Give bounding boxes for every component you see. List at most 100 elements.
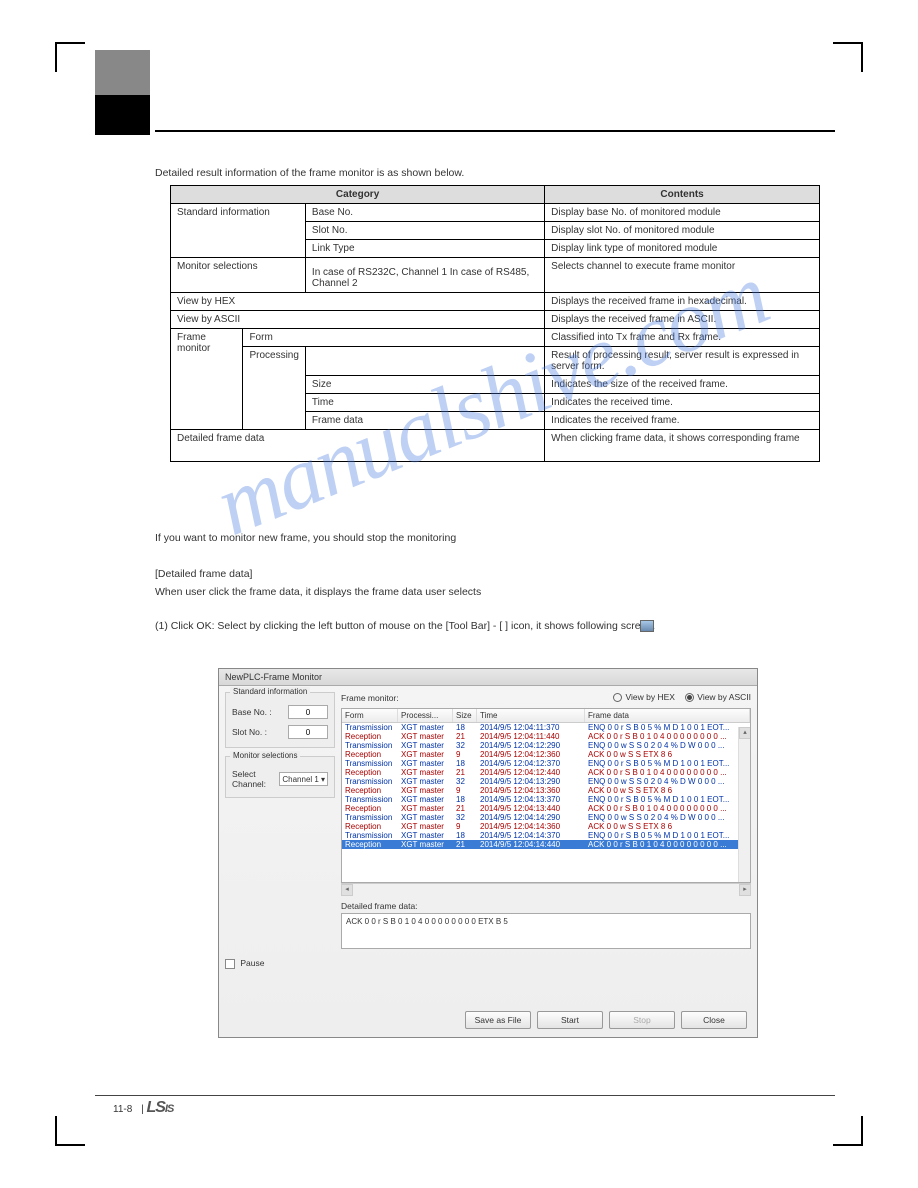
frame-monitor-toolbar-icon bbox=[640, 620, 654, 632]
header-black-block bbox=[95, 95, 150, 135]
frame-row[interactable]: TransmissionXGT master322014/9/5 12:04:1… bbox=[342, 777, 750, 786]
frame-cell: 2014/9/5 12:04:12:290 bbox=[477, 741, 585, 750]
frame-cell: 2014/9/5 12:04:12:370 bbox=[477, 759, 585, 768]
vertical-scrollbar[interactable]: ▴ bbox=[738, 727, 750, 882]
frame-row[interactable]: ReceptionXGT master212014/9/5 12:04:11:4… bbox=[342, 732, 750, 741]
cell: Base No. bbox=[305, 204, 544, 222]
frame-row[interactable]: ReceptionXGT master212014/9/5 12:04:14:4… bbox=[342, 840, 750, 849]
cell: Displays the received frame in hexadecim… bbox=[545, 293, 820, 311]
cell: Selects channel to execute frame monitor bbox=[545, 258, 820, 293]
frame-row[interactable]: ReceptionXGT master212014/9/5 12:04:13:4… bbox=[342, 804, 750, 813]
frame-cell: XGT master bbox=[398, 813, 453, 822]
chevron-down-icon: ▾ bbox=[321, 775, 325, 784]
col-size: Size bbox=[453, 709, 477, 722]
frame-monitor-dialog: NewPLC-Frame Monitor Standard informatio… bbox=[218, 668, 758, 1038]
cell: View by ASCII bbox=[171, 311, 545, 329]
frame-cell: Transmission bbox=[342, 831, 398, 840]
frame-cell: 2014/9/5 12:04:14:290 bbox=[477, 813, 585, 822]
select-channel-label: Select Channel: bbox=[232, 769, 279, 789]
col-form: Form bbox=[342, 709, 398, 722]
frame-cell: Reception bbox=[342, 822, 398, 831]
frame-cell: XGT master bbox=[398, 831, 453, 840]
frame-cell: ENQ 0 0 r S B 0 5 % M D 1 0 0 1 EOT... bbox=[585, 723, 750, 732]
lsis-logo: LSIS bbox=[146, 1099, 173, 1116]
frame-row[interactable]: ReceptionXGT master212014/9/5 12:04:12:4… bbox=[342, 768, 750, 777]
frame-cell: ENQ 0 0 r S B 0 5 % M D 1 0 0 1 EOT... bbox=[585, 831, 750, 840]
frame-list[interactable]: Form Processi... Size Time Frame data Tr… bbox=[341, 708, 751, 883]
cell: Display slot No. of monitored module bbox=[545, 222, 820, 240]
crop-mark-bl bbox=[55, 1116, 85, 1146]
cell: Detailed frame data bbox=[171, 430, 545, 462]
frame-cell: XGT master bbox=[398, 840, 453, 849]
frame-cell: Reception bbox=[342, 804, 398, 813]
monitor-selections-group: Monitor selections Select Channel: Chann… bbox=[225, 756, 335, 798]
scroll-left-icon[interactable]: ◂ bbox=[341, 884, 353, 896]
detailed-frame-data[interactable]: ACK 0 0 r S B 0 1 0 4 0 0 0 0 0 0 0 0 ET… bbox=[341, 913, 751, 949]
frame-cell: ACK 0 0 r S B 0 1 0 4 0 0 0 0 0 0 0 0 ..… bbox=[585, 768, 750, 777]
frame-cell: ACK 0 0 w S S ETX 8 6 bbox=[585, 822, 750, 831]
frame-cell: 9 bbox=[453, 822, 477, 831]
frame-cell: ACK 0 0 r S B 0 1 0 4 0 0 0 0 0 0 0 0 ..… bbox=[585, 732, 750, 741]
frame-cell: 2014/9/5 12:04:13:290 bbox=[477, 777, 585, 786]
frame-cell: 32 bbox=[453, 777, 477, 786]
frame-cell: XGT master bbox=[398, 804, 453, 813]
monitor-sel-label: Monitor selections bbox=[230, 751, 300, 760]
frame-cell: Reception bbox=[342, 732, 398, 741]
frame-row[interactable]: TransmissionXGT master182014/9/5 12:04:1… bbox=[342, 723, 750, 732]
frame-cell: ENQ 0 0 w S S 0 2 0 4 % D W 0 0 0 ... bbox=[585, 813, 750, 822]
intro-text: Detailed result information of the frame… bbox=[155, 165, 464, 182]
stop-button[interactable]: Stop bbox=[609, 1011, 675, 1029]
cell: Indicates the size of the received frame… bbox=[545, 376, 820, 394]
cell: In case of RS232C, Channel 1 In case of … bbox=[305, 264, 544, 293]
frame-row[interactable]: TransmissionXGT master322014/9/5 12:04:1… bbox=[342, 813, 750, 822]
cell: Indicates the received frame. bbox=[545, 412, 820, 430]
cell: Display link type of monitored module bbox=[545, 240, 820, 258]
slot-no-input[interactable] bbox=[288, 725, 328, 739]
scroll-right-icon[interactable]: ▸ bbox=[739, 884, 751, 896]
frame-cell: Reception bbox=[342, 768, 398, 777]
view-ascii-label: View by ASCII bbox=[697, 692, 751, 702]
frame-cell: ENQ 0 0 r S B 0 5 % M D 1 0 0 1 EOT... bbox=[585, 759, 750, 768]
horizontal-scrollbar[interactable]: ◂ ▸ bbox=[341, 883, 751, 895]
body-line2: [Detailed frame data] bbox=[155, 566, 252, 583]
start-button[interactable]: Start bbox=[537, 1011, 603, 1029]
frame-cell: XGT master bbox=[398, 732, 453, 741]
frame-row[interactable]: TransmissionXGT master182014/9/5 12:04:1… bbox=[342, 831, 750, 840]
frame-cell: 2014/9/5 12:04:14:360 bbox=[477, 822, 585, 831]
frame-cell: ENQ 0 0 r S B 0 5 % M D 1 0 0 1 EOT... bbox=[585, 795, 750, 804]
crop-mark-tr bbox=[833, 42, 863, 72]
cell: Size bbox=[305, 376, 544, 394]
frame-row[interactable]: ReceptionXGT master92014/9/5 12:04:13:36… bbox=[342, 786, 750, 795]
frame-cell: 21 bbox=[453, 768, 477, 777]
close-button[interactable]: Close bbox=[681, 1011, 747, 1029]
frame-row[interactable]: TransmissionXGT master182014/9/5 12:04:1… bbox=[342, 759, 750, 768]
page-footer: 11-8 | LSIS bbox=[95, 1095, 835, 1117]
frame-cell: 9 bbox=[453, 786, 477, 795]
save-as-file-button[interactable]: Save as File bbox=[465, 1011, 531, 1029]
view-hex-radio[interactable]: View by HEX bbox=[613, 692, 674, 702]
frame-cell: 2014/9/5 12:04:14:370 bbox=[477, 831, 585, 840]
frame-cell: XGT master bbox=[398, 786, 453, 795]
col-proc: Processi... bbox=[398, 709, 453, 722]
frame-row[interactable]: ReceptionXGT master92014/9/5 12:04:14:36… bbox=[342, 822, 750, 831]
scroll-up-icon[interactable]: ▴ bbox=[739, 727, 751, 739]
pause-checkbox[interactable] bbox=[225, 959, 235, 969]
frame-cell: 21 bbox=[453, 804, 477, 813]
frame-cell: ACK 0 0 r S B 0 1 0 4 0 0 0 0 0 0 0 0 ..… bbox=[585, 840, 750, 849]
select-channel-dropdown[interactable]: Channel 1 ▾ bbox=[279, 772, 328, 786]
frame-cell: 21 bbox=[453, 840, 477, 849]
frame-row[interactable]: TransmissionXGT master182014/9/5 12:04:1… bbox=[342, 795, 750, 804]
frame-row[interactable]: TransmissionXGT master322014/9/5 12:04:1… bbox=[342, 741, 750, 750]
view-ascii-radio[interactable]: View by ASCII bbox=[685, 692, 751, 702]
frame-monitor-label: Frame monitor: bbox=[341, 693, 399, 703]
frame-cell: XGT master bbox=[398, 777, 453, 786]
cell: Frame monitor bbox=[171, 329, 243, 430]
frame-cell: ENQ 0 0 w S S 0 2 0 4 % D W 0 0 0 ... bbox=[585, 777, 750, 786]
dialog-title: NewPLC-Frame Monitor bbox=[219, 669, 757, 686]
base-no-label: Base No. : bbox=[232, 707, 272, 717]
frame-cell: 9 bbox=[453, 750, 477, 759]
cell: Link Type bbox=[305, 240, 544, 258]
frame-row[interactable]: ReceptionXGT master92014/9/5 12:04:12:36… bbox=[342, 750, 750, 759]
base-no-input[interactable] bbox=[288, 705, 328, 719]
frame-cell: ACK 0 0 w S S ETX 8 6 bbox=[585, 750, 750, 759]
